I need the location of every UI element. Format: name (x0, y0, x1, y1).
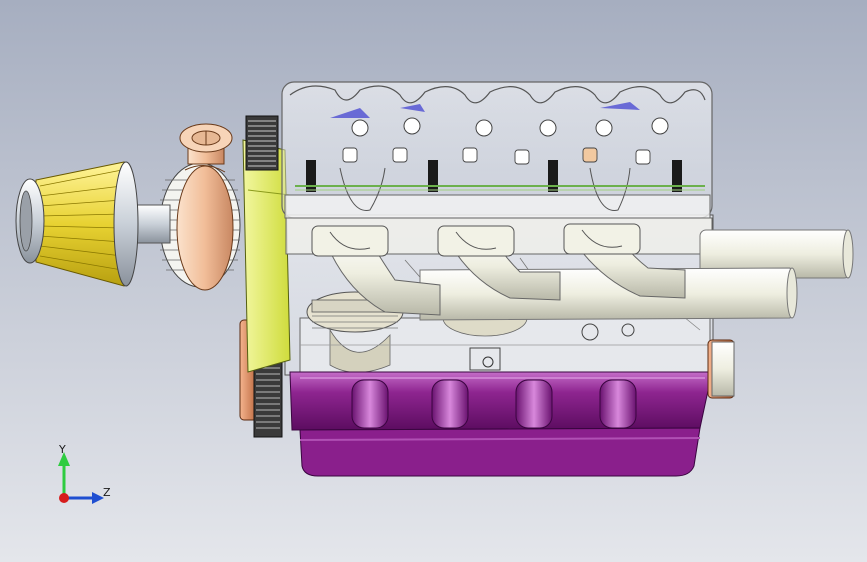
crank-end-pipe[interactable] (711, 341, 735, 397)
engine-model[interactable] (0, 0, 867, 562)
coordinate-triad (58, 452, 104, 504)
y-axis-label: Y (59, 443, 66, 456)
z-axis-label: Z (103, 486, 111, 499)
air-filter[interactable] (15, 161, 139, 287)
turbocharger[interactable] (159, 123, 241, 291)
oil-pan[interactable] (289, 371, 713, 477)
cylinder-head[interactable] (281, 81, 713, 219)
timing-pulley[interactable] (245, 115, 279, 171)
graphics-viewport[interactable]: Y Z (0, 0, 867, 562)
